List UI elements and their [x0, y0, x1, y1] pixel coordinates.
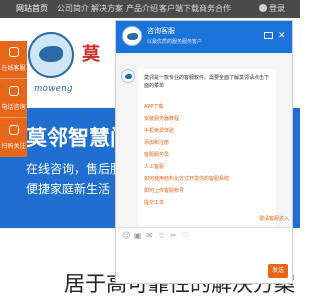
brand-logo[interactable]: 莫 邻 moweng: [22, 26, 132, 108]
sidebar-item-label: 在线客服: [1, 65, 26, 72]
star-icon[interactable]: ☆: [158, 232, 166, 240]
faq-item[interactable]: 添加和注册: [144, 139, 169, 146]
user-icon: [259, 4, 267, 12]
close-icon[interactable]: ✕: [278, 32, 286, 41]
emoji-icon[interactable]: ☺: [122, 232, 130, 240]
nav-download[interactable]: 客户端下载: [159, 3, 199, 14]
faq-item[interactable]: 提交工单: [144, 199, 164, 206]
faq-item[interactable]: 手机免费体验: [144, 127, 174, 134]
sidebar-item-label: 扫码关注: [1, 143, 26, 150]
faq-item[interactable]: APP下载: [144, 103, 163, 110]
faq-item[interactable]: 如何上传客服账号: [144, 187, 184, 194]
login-link[interactable]: 登录: [259, 3, 285, 14]
qrcode-icon: [9, 125, 19, 135]
phone-icon: [9, 86, 19, 96]
top-nav: 网站首页 公司简介 解决方案 产品介绍 客户端下载 商务合作 登录: [0, 0, 300, 18]
hero-line-2: 便捷家庭新生活: [26, 182, 111, 196]
screenshot-icon[interactable]: ✂: [170, 232, 178, 240]
image-icon[interactable]: ▣: [134, 232, 142, 240]
nav-home[interactable]: 网站首页: [16, 3, 48, 14]
rating-icon[interactable]: ♡: [182, 232, 190, 240]
message-bubble: 莫邻是一款专业的客服软件。需要全面了解莫邻请点击下面的菜单 APP下载 安装服务…: [138, 69, 276, 227]
nav-cooperation[interactable]: 商务合作: [199, 3, 231, 14]
sidebar-item-label: 电话咨询: [1, 104, 26, 111]
chat-header[interactable]: 咨询客服 以最优质的服务服务客户 ✕: [116, 21, 292, 53]
chat-title: 咨询客服: [147, 27, 175, 35]
faq-item[interactable]: 人工客服: [144, 163, 164, 170]
greeting-text: 莫邻是一款专业的客服软件。需要全面了解莫邻请点击下面的菜单: [144, 75, 270, 89]
chat-subtitle: 以最优质的服务服务客户: [147, 39, 203, 45]
nav-about[interactable]: 公司简介: [57, 3, 89, 14]
faq-item[interactable]: 如何使用结构化方式开发你的客服系统: [144, 175, 229, 182]
chat-window: 咨询客服 以最优质的服务服务客户 ✕ 莫邻是一款专业的客服软件。需要全面了解莫邻…: [115, 20, 293, 284]
bird-logo-icon: [28, 32, 74, 78]
nav-solutions[interactable]: 解决方案: [91, 3, 123, 14]
faq-item[interactable]: 客服服务员: [144, 151, 169, 158]
headset-icon: [9, 47, 19, 57]
attachment-icon[interactable]: ✉: [146, 232, 154, 240]
invite-agent-link[interactable]: 邀请客服进入: [259, 215, 289, 222]
nav-products[interactable]: 产品介绍: [126, 3, 158, 14]
sidebar-item-qrcode[interactable]: 扫码关注: [0, 119, 27, 157]
message-avatar: [121, 69, 135, 83]
agent-avatar: [122, 26, 142, 46]
login-label: 登录: [269, 4, 285, 13]
message-input[interactable]: ☺ ▣ ✉ ☆ ✂ ♡ 发送: [116, 227, 292, 283]
sidebar-item-phone[interactable]: 电话咨询: [0, 80, 27, 118]
screen-icon[interactable]: [264, 32, 273, 39]
send-button[interactable]: 发送: [268, 264, 288, 278]
faq-item[interactable]: 安装服务器教程: [144, 115, 179, 122]
sidebar-item-online-service[interactable]: 在线客服: [0, 41, 27, 79]
logo-english-text: moweng: [34, 84, 73, 94]
floating-sidebar: 在线客服 电话咨询 扫码关注: [0, 41, 27, 157]
